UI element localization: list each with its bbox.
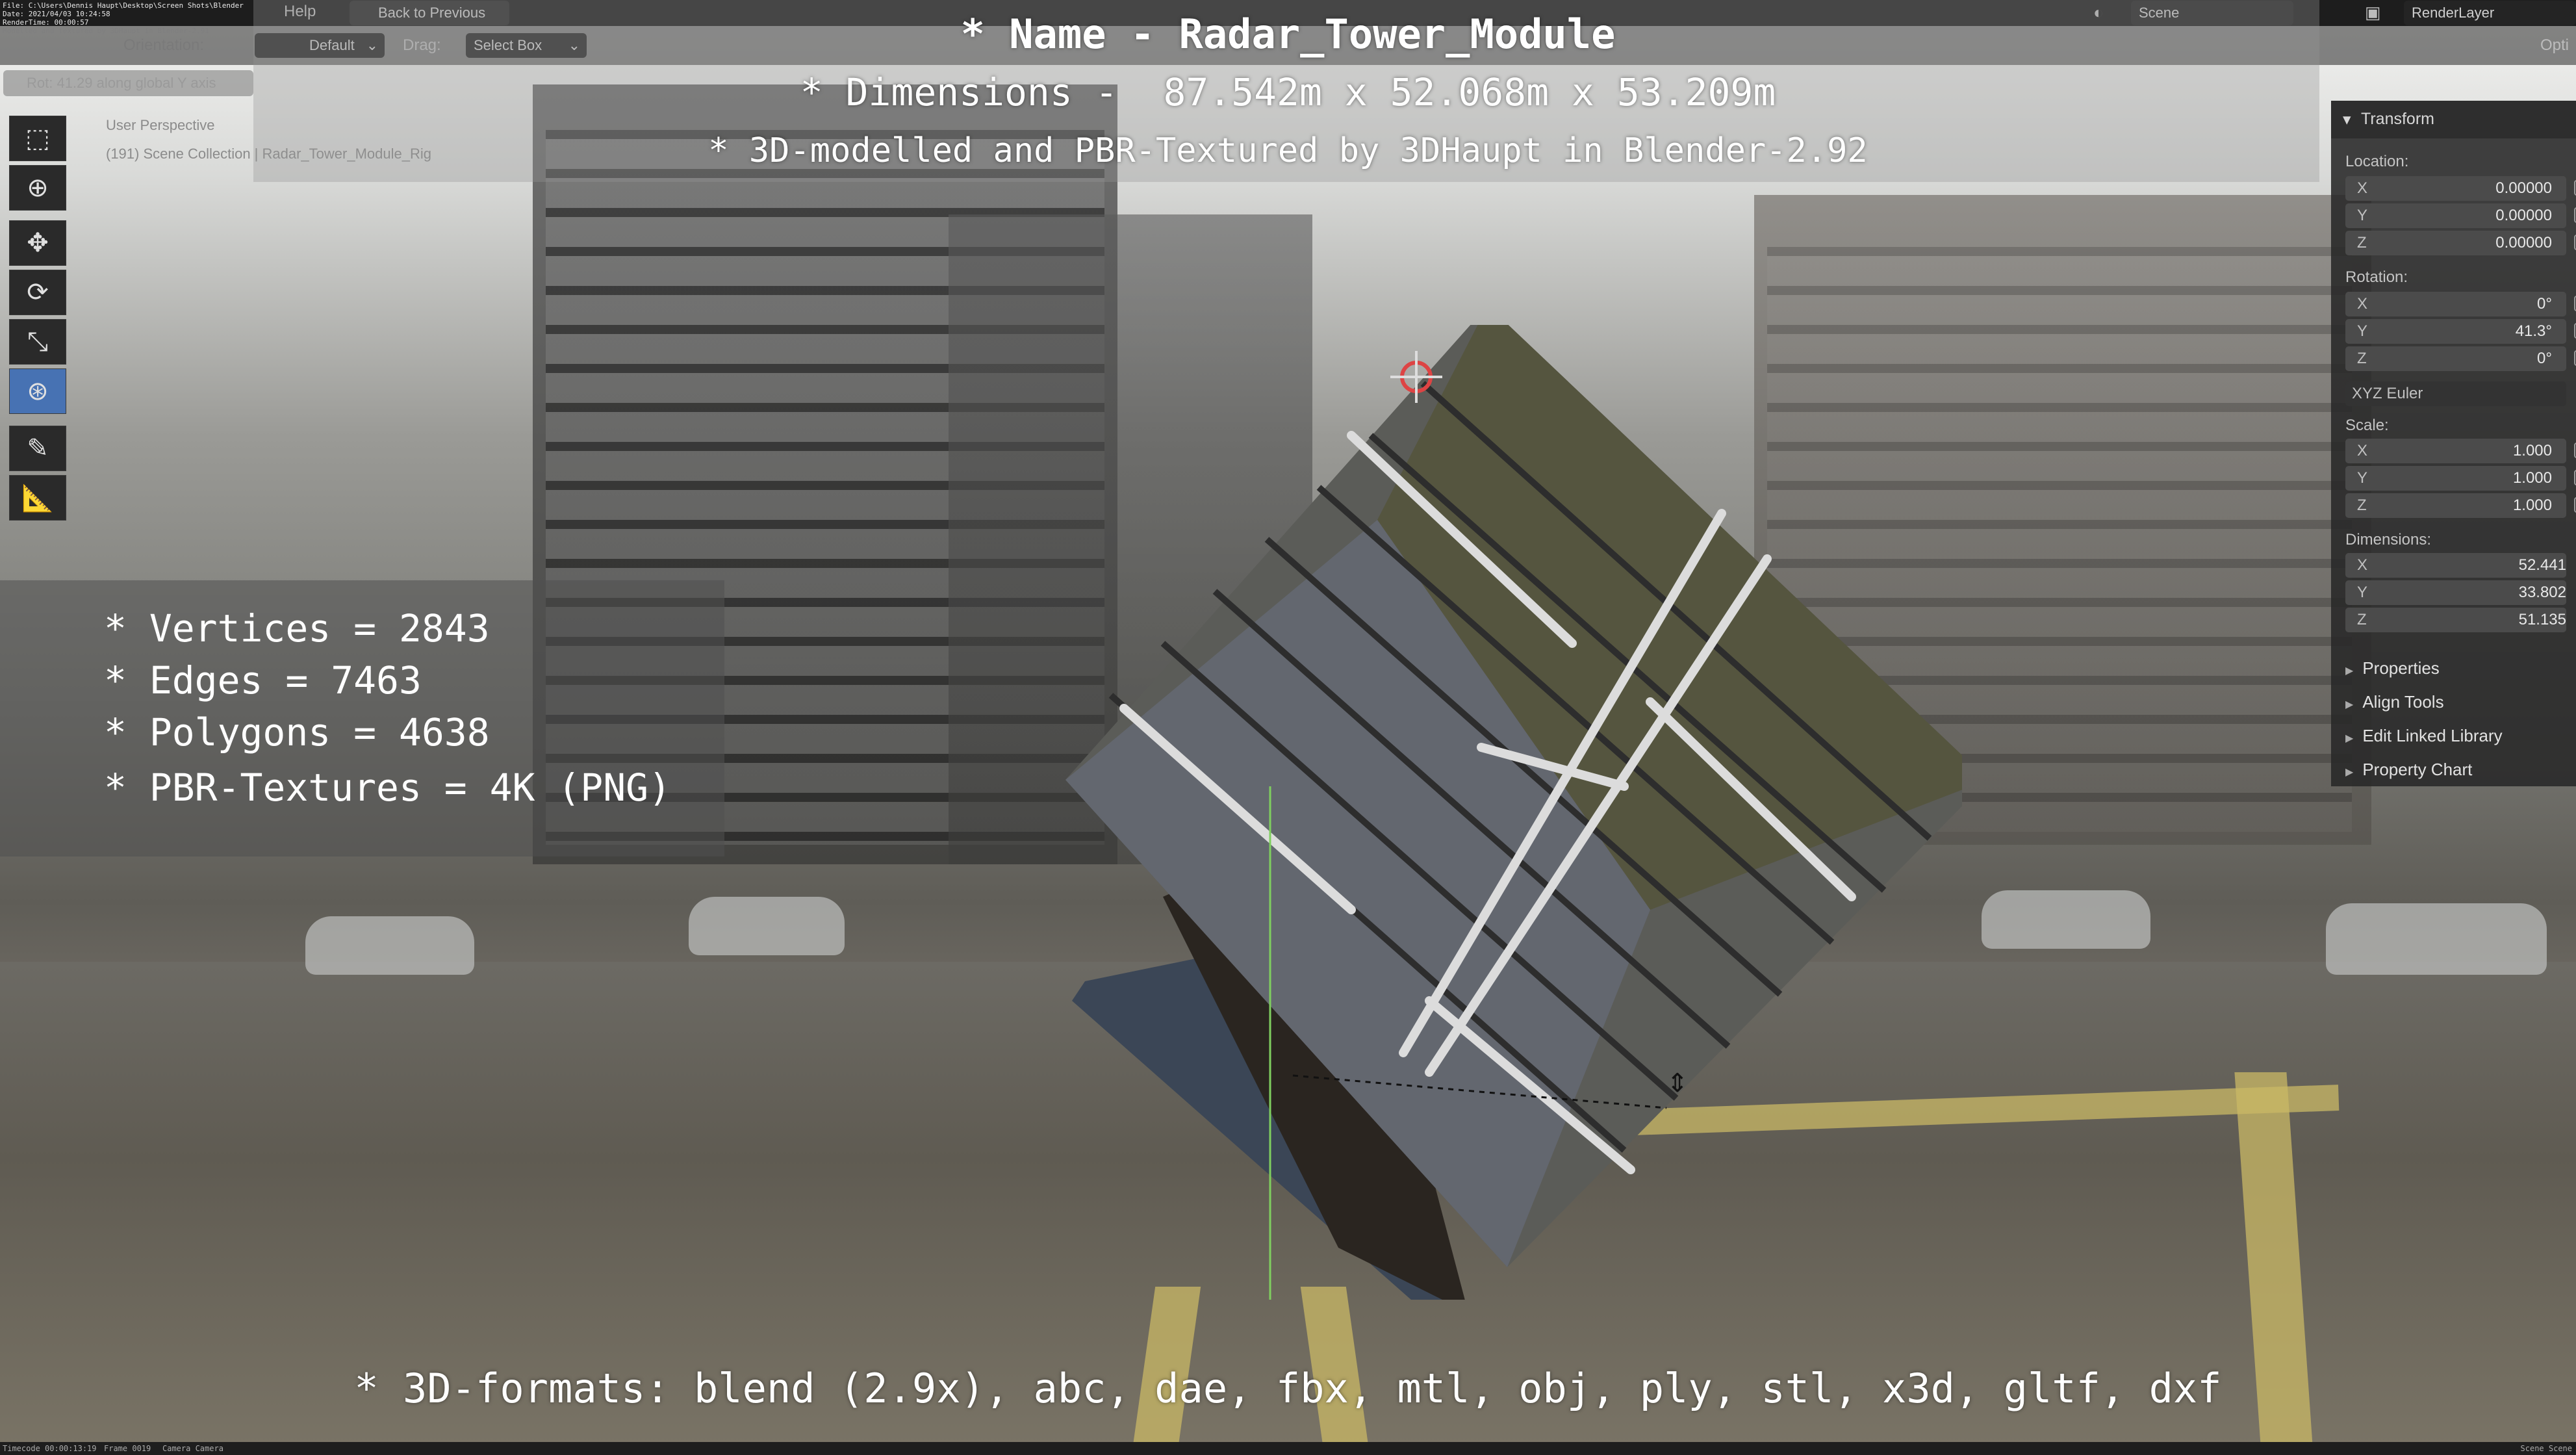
scale-label: Scale: <box>2345 417 2389 434</box>
field-value: 0° <box>2537 295 2552 313</box>
axis-label: Y <box>2357 469 2368 487</box>
dimension-x-field[interactable]: X 52.441 <box>2345 553 2566 578</box>
field-value: 0° <box>2537 350 2552 367</box>
field-value: 41.3° <box>2515 322 2552 340</box>
field-value: 1.000 <box>2512 442 2552 459</box>
rotate-tool-icon[interactable]: ⟳ <box>9 270 66 315</box>
dimension-z-field[interactable]: Z 51.135 <box>2345 608 2566 632</box>
scene-stamp: Scene Scene <box>2520 1444 2572 1453</box>
axis-label: X <box>2357 295 2368 313</box>
scale-tool-icon[interactable]: ⤡ <box>9 319 66 365</box>
scale-y-field[interactable]: Y 1.000 <box>2345 466 2576 491</box>
rotation-x-field[interactable]: X 0° <box>2345 292 2576 316</box>
axis-label: Y <box>2357 207 2368 224</box>
axis-label: X <box>2357 556 2368 574</box>
location-x-field[interactable]: X 0.00000 <box>2345 176 2576 201</box>
dimension-y-field[interactable]: Y 33.802 <box>2345 580 2566 605</box>
section-label: Align Tools <box>2362 692 2444 712</box>
axis-label: Z <box>2357 234 2367 251</box>
expand-arrow-icon: ▶ <box>2345 699 2354 710</box>
rotation-y-field[interactable]: Y 41.3° <box>2345 319 2576 344</box>
collapse-icon: ▾ <box>2343 110 2351 129</box>
rotation-label: Rotation: <box>2345 268 2408 286</box>
section-label: Property Chart <box>2362 760 2473 779</box>
expand-arrow-icon: ▶ <box>2345 767 2354 778</box>
field-value: 33.802 <box>2518 584 2566 601</box>
section-label: Edit Linked Library <box>2362 726 2503 745</box>
section-property-chart[interactable]: ▶ Property Chart <box>2345 760 2472 780</box>
section-edit-linked-library[interactable]: ▶ Edit Linked Library <box>2345 726 2503 746</box>
section-label: Properties <box>2362 658 2440 678</box>
measure-tool-icon[interactable]: 📐 <box>9 475 66 521</box>
dimensions-label: Dimensions: <box>2345 531 2432 548</box>
field-value: 51.135 <box>2518 611 2566 628</box>
location-y-field[interactable]: Y 0.00000 <box>2345 203 2576 228</box>
axis-label: X <box>2357 442 2368 459</box>
car <box>305 916 474 975</box>
scale-x-field[interactable]: X 1.000 <box>2345 439 2576 463</box>
field-value: 1.000 <box>2512 469 2552 487</box>
model-name-caption: * Name - Radar_Tower_Module <box>960 10 1616 58</box>
location-label: Location: <box>2345 153 2409 170</box>
field-value: 1.000 <box>2512 496 2552 514</box>
axis-label: X <box>2357 179 2368 197</box>
cursor-tool-icon[interactable]: ⊕ <box>9 165 66 211</box>
section-align-tools[interactable]: ▶ Align Tools <box>2345 692 2444 712</box>
annotate-tool-icon[interactable]: ✎ <box>9 426 66 471</box>
transform-tool-icon[interactable]: ⊛ <box>9 368 66 414</box>
vertices-stat: * Vertices = 2843 <box>104 606 490 650</box>
scale-z-field[interactable]: Z 1.000 <box>2345 493 2576 518</box>
transform-header[interactable]: ▾ Transform <box>2331 101 2576 138</box>
axis-label: Y <box>2357 322 2368 340</box>
rotation-z-field[interactable]: Z 0° <box>2345 346 2576 371</box>
model-stats-box: * Vertices = 2843 * Edges = 7463 * Polyg… <box>0 580 724 856</box>
textures-stat: * PBR-Textures = 4K (PNG) <box>104 766 671 810</box>
rotation-mode-value: XYZ Euler <box>2352 385 2423 402</box>
field-value: 0.00000 <box>2495 234 2552 251</box>
timecode: Timecode 00:00:13:19 <box>3 1444 97 1453</box>
camera-name: Camera Camera <box>162 1444 223 1453</box>
polygons-stat: * Polygons = 4638 <box>104 710 490 754</box>
car <box>2326 903 2547 975</box>
radar-tower-module-object[interactable]: ⇕ <box>1065 325 1962 1300</box>
model-credit-caption: * 3D-modelled and PBR-Textured by 3DHaup… <box>708 131 1868 170</box>
edges-stat: * Edges = 7463 <box>104 658 422 702</box>
frame-number: Frame 0019 <box>104 1444 151 1453</box>
axis-label: Z <box>2357 350 2367 367</box>
field-value: 0.00000 <box>2495 207 2552 224</box>
axis-label: Y <box>2357 584 2368 601</box>
render-stamp-footer: Timecode 00:00:13:19 Frame 0019 Camera C… <box>0 1442 2576 1455</box>
rotate-cursor-icon: ⇕ <box>1666 1068 1689 1098</box>
field-value: 0.00000 <box>2495 179 2552 197</box>
move-tool-icon[interactable]: ✥ <box>9 220 66 266</box>
section-properties[interactable]: ▶ Properties <box>2345 658 2440 678</box>
formats-caption: * 3D-formats: blend (2.9x), abc, dae, fb… <box>354 1365 2222 1412</box>
axis-label: Z <box>2357 496 2367 514</box>
transform-title: Transform <box>2361 110 2434 128</box>
rotation-mode-dropdown[interactable]: XYZ Euler <box>2345 381 2566 406</box>
model-dimensions-caption: * Dimensions - 87.542m x 52.068m x 53.20… <box>800 70 1776 114</box>
car <box>1982 890 2150 949</box>
expand-arrow-icon: ▶ <box>2345 665 2354 676</box>
sidebar-transform-panel: ▾ Transform Location: X 0.00000 Y 0.00000 … <box>2331 101 2576 786</box>
expand-arrow-icon: ▶ <box>2345 733 2354 744</box>
location-z-field[interactable]: Z 0.00000 <box>2345 231 2576 255</box>
field-value: 52.441 <box>2518 556 2566 574</box>
axis-label: Z <box>2357 611 2367 628</box>
car <box>689 897 845 955</box>
